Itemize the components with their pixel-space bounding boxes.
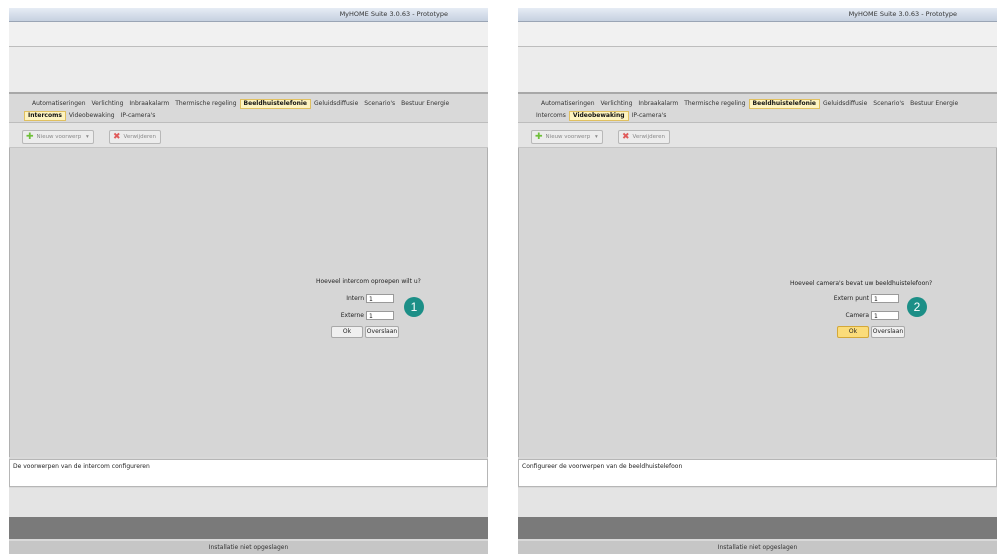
tab-automatiseringen[interactable]: Automatiseringen — [29, 99, 89, 109]
cross-icon: ✖ — [113, 132, 121, 142]
ok-button[interactable]: Ok — [837, 326, 869, 338]
tab-beeldhuistelefonie[interactable]: Beeldhuistelefonie — [748, 99, 820, 109]
step-badge: 1 — [404, 297, 424, 317]
extern-punt-input[interactable]: 1 — [871, 294, 899, 303]
new-object-button[interactable]: ✚ Nieuw voorwerp ▾ — [22, 130, 94, 144]
footer-status-text: Installatie niet opgeslagen — [717, 544, 798, 551]
tab-inbraakalarm[interactable]: Inbraakalarm — [635, 99, 681, 109]
tab-geluidsdiffusie[interactable]: Geluidsdiffusie — [820, 99, 870, 109]
cross-icon: ✖ — [622, 132, 630, 142]
footer-status-text: Installatie niet opgeslagen — [208, 544, 289, 551]
new-object-label: Nieuw voorwerp — [36, 134, 82, 140]
ribbon-top — [9, 22, 488, 47]
chevron-down-icon: ▾ — [594, 134, 598, 140]
window-title: MyHOME Suite 3.0.63 - Prototype — [339, 10, 448, 18]
subtab-videobewaking[interactable]: Videobewaking — [568, 111, 629, 121]
main-tabs: Automatiseringen Verlichting Inbraakalarm T… — [29, 99, 452, 109]
dialog-question: Hoeveel camera's bevat uw beeldhuistelef… — [790, 280, 933, 287]
tab-geluidsdiffusie[interactable]: Geluidsdiffusie — [311, 99, 361, 109]
toolbar: ✚ Nieuw voorwerp ▾ ✖ Verwijderen — [9, 123, 488, 148]
subtab-videobewaking[interactable]: Videobewaking — [66, 111, 118, 121]
ribbon-top — [518, 22, 997, 47]
camera-label: Camera — [845, 312, 869, 319]
status-text: De voorwerpen van de intercom configurer… — [13, 463, 150, 470]
externe-label: Externe — [340, 312, 364, 319]
new-object-label: Nieuw voorwerp — [545, 134, 591, 140]
toolbar: ✚ Nieuw voorwerp ▾ ✖ Verwijderen — [518, 123, 997, 148]
subtab-intercoms[interactable]: Intercoms — [24, 111, 66, 121]
intern-label: Intern — [346, 295, 364, 302]
footer-dark-band — [518, 517, 997, 539]
tab-verlichting[interactable]: Verlichting — [89, 99, 127, 109]
content-area: Hoeveel camera's bevat uw beeldhuistelef… — [518, 148, 997, 457]
delete-button[interactable]: ✖ Verwijderen — [618, 130, 670, 144]
ok-button[interactable]: Ok — [331, 326, 363, 338]
content-area: Hoeveel intercom oproepen wilt u? Intern… — [9, 148, 488, 457]
subtab-ip-cameras[interactable]: IP-camera's — [629, 111, 670, 121]
ribbon-area — [518, 47, 997, 94]
status-panel: De voorwerpen van de intercom configurer… — [9, 459, 488, 487]
new-object-button[interactable]: ✚ Nieuw voorwerp ▾ — [531, 130, 603, 144]
plus-icon: ✚ — [535, 132, 543, 142]
window-title: MyHOME Suite 3.0.63 - Prototype — [848, 10, 957, 18]
footer-status-bar: Installatie niet opgeslagen — [9, 541, 488, 554]
tab-beeldhuistelefonie[interactable]: Beeldhuistelefonie — [239, 99, 311, 109]
app-window-intercoms: MyHOME Suite 3.0.63 - Prototype Automati… — [9, 8, 488, 554]
ribbon-area — [9, 47, 488, 94]
skip-button[interactable]: Overslaan — [365, 326, 399, 338]
status-text: Configureer de voorwerpen van de beeldhu… — [522, 463, 683, 470]
sub-tabs: Intercoms Videobewaking IP-camera's — [24, 111, 158, 121]
status-panel: Configureer de voorwerpen van de beeldhu… — [518, 459, 997, 487]
tab-scenarios[interactable]: Scenario's — [361, 99, 398, 109]
tab-verlichting[interactable]: Verlichting — [598, 99, 636, 109]
delete-label: Verwijderen — [632, 134, 665, 140]
subtab-intercoms[interactable]: Intercoms — [533, 111, 569, 121]
tab-automatiseringen[interactable]: Automatiseringen — [538, 99, 598, 109]
tab-scenarios[interactable]: Scenario's — [870, 99, 907, 109]
footer-area — [9, 488, 488, 517]
camera-input[interactable]: 1 — [871, 311, 899, 320]
extern-punt-label: Extern punt — [833, 295, 869, 302]
chevron-down-icon: ▾ — [85, 134, 89, 140]
dialog-question: Hoeveel intercom oproepen wilt u? — [316, 278, 421, 285]
footer-status-bar: Installatie niet opgeslagen — [518, 541, 997, 554]
title-bar: MyHOME Suite 3.0.63 - Prototype — [518, 8, 997, 22]
tab-thermische-regeling[interactable]: Thermische regeling — [172, 99, 239, 109]
tab-inbraakalarm[interactable]: Inbraakalarm — [126, 99, 172, 109]
tab-thermische-regeling[interactable]: Thermische regeling — [681, 99, 748, 109]
tab-bestuur-energie[interactable]: Bestuur Energie — [398, 99, 452, 109]
footer-dark-band — [9, 517, 488, 539]
externe-input[interactable]: 1 — [366, 311, 394, 320]
footer-area — [518, 488, 997, 517]
delete-button[interactable]: ✖ Verwijderen — [109, 130, 161, 144]
step-badge: 2 — [907, 297, 927, 317]
title-bar: MyHOME Suite 3.0.63 - Prototype — [9, 8, 488, 22]
skip-button[interactable]: Overslaan — [871, 326, 905, 338]
tab-bestuur-energie[interactable]: Bestuur Energie — [907, 99, 961, 109]
app-window-videobewaking: MyHOME Suite 3.0.63 - Prototype Automati… — [518, 8, 997, 554]
intern-input[interactable]: 1 — [366, 294, 394, 303]
delete-label: Verwijderen — [123, 134, 156, 140]
main-tabs: Automatiseringen Verlichting Inbraakalarm T… — [538, 99, 961, 109]
plus-icon: ✚ — [26, 132, 34, 142]
sub-tabs: Intercoms Videobewaking IP-camera's — [533, 111, 669, 121]
subtab-ip-cameras[interactable]: IP-camera's — [118, 111, 159, 121]
